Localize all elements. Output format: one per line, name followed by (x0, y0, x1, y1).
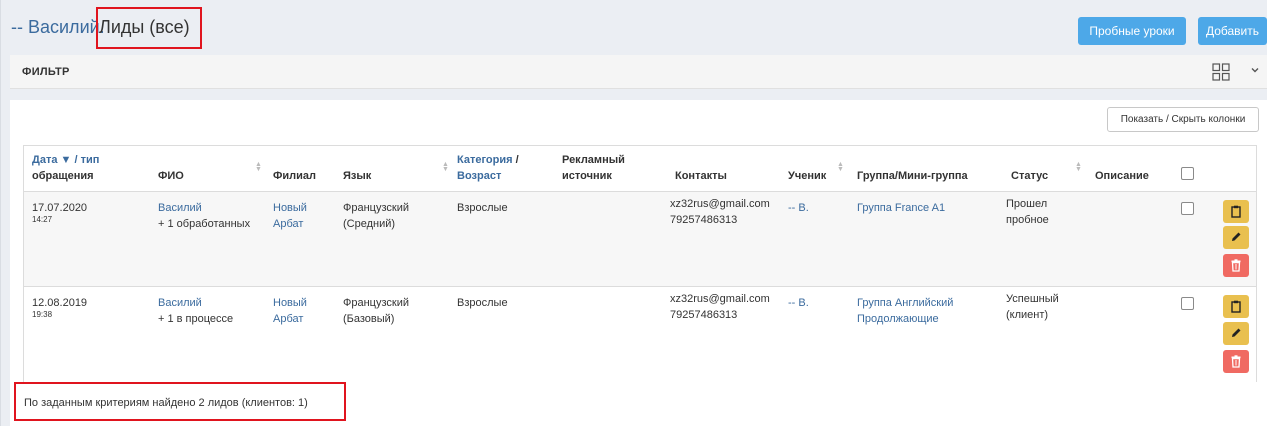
title-highlight-box (96, 7, 202, 49)
row-language: Французский (Средний) (343, 202, 409, 230)
trial-lessons-button[interactable]: Пробные уроки (1078, 17, 1186, 45)
clipboard-icon (1231, 300, 1241, 313)
row-checbox[interactable] (1181, 297, 1194, 310)
row-group-link[interactable]: Группа France A1 (857, 200, 945, 216)
header-fio[interactable]: ФИО (158, 168, 184, 184)
header-student[interactable]: Ученик (788, 168, 826, 184)
row-group-link[interactable]: Группа Английский Продолжающие (857, 295, 953, 327)
filter-bar[interactable]: ФИЛЬТР (10, 55, 1267, 89)
row-language: Французский (Базовый) (343, 297, 409, 325)
pencil-icon (1232, 328, 1241, 337)
sort-icon[interactable]: ▲ ▼ (255, 161, 262, 173)
header-branch[interactable]: Филиал (273, 168, 316, 184)
grid-icon[interactable] (1212, 63, 1230, 81)
row-date: 17.07.2020 (32, 202, 88, 214)
breadcrumb-user-link[interactable]: -- Василий. (11, 17, 105, 38)
page-left-border (0, 0, 1, 426)
row-student-link[interactable]: -- В. (788, 200, 809, 216)
copy-button[interactable] (1223, 295, 1249, 318)
row-status: Прошел пробное (1006, 198, 1049, 226)
row-branch-link[interactable]: Новый Арбат (273, 200, 307, 232)
pencil-icon (1232, 232, 1241, 241)
sort-icon[interactable]: ▲ ▼ (1075, 161, 1082, 173)
table-header: Дата ▼ / тип обращения ФИО ▲ ▼ Филиал Язы… (24, 146, 1256, 192)
row-fio-link[interactable]: Василий (158, 295, 202, 311)
row-fio-note: + 1 в процессе (158, 313, 234, 325)
row-contacts: xz32rus@gmail.com 79257486313 (670, 198, 770, 226)
trash-icon (1231, 259, 1241, 272)
chevron-down-icon[interactable] (1250, 65, 1260, 75)
header-date[interactable]: Дата ▼ / тип обращения (32, 152, 99, 184)
edit-button[interactable] (1223, 226, 1249, 249)
row-category: Взрослые (457, 202, 508, 214)
filter-title: ФИЛЬТР (22, 66, 70, 78)
row-status: Успешный (клиент) (1006, 293, 1059, 321)
delete-button[interactable] (1223, 254, 1249, 277)
leads-panel: Показать / Скрыть колонки Дата ▼ / тип о… (10, 100, 1267, 426)
row-time: 14:27 (32, 215, 53, 224)
row-student-link[interactable]: -- В. (788, 295, 809, 311)
header-contacts[interactable]: Контакты (675, 168, 727, 184)
header-category[interactable]: Категория / Возраст (457, 152, 519, 184)
sort-icon[interactable]: ▲ ▼ (442, 161, 449, 173)
summary-highlight-box (14, 382, 346, 421)
row-time: 19:38 (32, 310, 53, 319)
delete-button[interactable] (1223, 350, 1249, 373)
row-checkbox[interactable] (1181, 202, 1194, 215)
toggle-columns-button[interactable]: Показать / Скрыть колонки (1107, 107, 1259, 132)
edit-button[interactable] (1223, 322, 1249, 345)
add-button[interactable]: Добавить (1198, 17, 1267, 45)
row-date: 12.08.2019 (32, 297, 88, 309)
row-branch-link[interactable]: Новый Арбат (273, 295, 307, 327)
header-description[interactable]: Описание (1095, 168, 1149, 184)
table-row: 17.07.2020 14:27 Василий + 1 обработанны… (24, 192, 1256, 287)
leads-table: Дата ▼ / тип обращения ФИО ▲ ▼ Филиал Язы… (23, 145, 1257, 382)
row-fio-link[interactable]: Василий (158, 200, 202, 216)
row-contacts: xz32rus@gmail.com 79257486313 (670, 293, 770, 321)
table-row: 12.08.2019 19:38 Василий + 1 в процессе … (24, 287, 1256, 382)
header-group[interactable]: Группа/Мини-группа (857, 168, 968, 184)
clipboard-icon (1231, 205, 1241, 218)
header-ad-source[interactable]: Рекламный источник (562, 152, 625, 184)
header-language[interactable]: Язык (343, 168, 371, 184)
copy-button[interactable] (1223, 200, 1249, 223)
page-header: -- Василий. Лиды (все) Пробные уроки Доб… (0, 0, 1267, 55)
header-status[interactable]: Статус (1011, 168, 1048, 184)
sort-icon[interactable]: ▲ ▼ (837, 161, 844, 173)
trash-icon (1231, 355, 1241, 368)
row-category: Взрослые (457, 297, 508, 309)
select-all-checkbox[interactable] (1181, 167, 1194, 180)
row-fio-note: + 1 обработанных (158, 218, 251, 230)
